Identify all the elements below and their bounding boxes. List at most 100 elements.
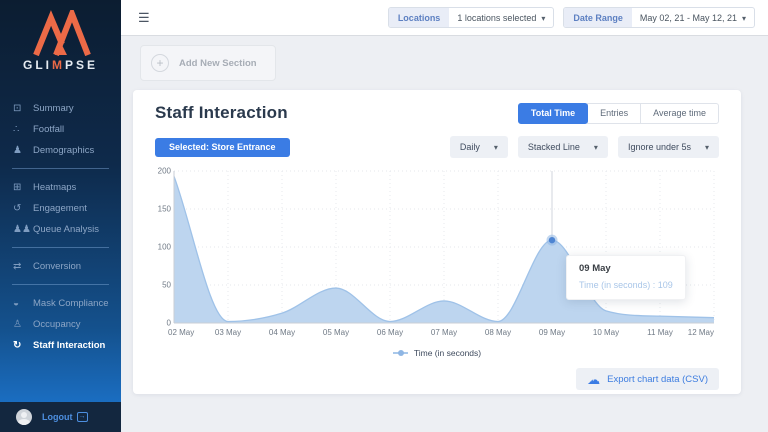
export-csv-button[interactable]: Export chart data (CSV) [576,368,719,390]
sidebar-item-staff-interaction[interactable]: ↻Staff Interaction [0,335,121,356]
brand-wordmark: GLIMPSE [0,58,121,72]
chevron-down-icon [742,13,746,23]
brand-mid: M [52,58,65,72]
date-range-select[interactable]: May 02, 21 - May 12, 21 [632,8,754,27]
svg-text:02 May: 02 May [168,328,194,337]
card-toolbar: Selected: Store Entrance Daily Stacked L… [155,136,719,158]
interval-value: Daily [460,142,480,152]
svg-text:09 May: 09 May [539,328,565,337]
logout-arrow-icon [77,412,88,422]
legend-marker-icon [393,352,408,354]
locations-value: 1 locations selected [457,13,536,23]
add-new-section-button[interactable]: Add New Section [140,45,276,81]
date-range-control: Date Range May 02, 21 - May 12, 21 [563,7,755,28]
tab-entries[interactable]: Entries [587,103,641,124]
svg-text:50: 50 [162,281,171,290]
sidebar-item-mask-compliance[interactable]: ◒Mask Compliance [0,293,121,314]
threshold-select[interactable]: Ignore under 5s [618,136,719,158]
topbar: ☰ Locations 1 locations selected Date Ra… [121,0,768,36]
sidebar-divider [12,284,109,285]
add-section-label: Add New Section [179,58,257,69]
svg-text:08 May: 08 May [485,328,511,337]
sidebar-item-label: Conversion [33,261,81,272]
brand-post: PSE [65,58,98,72]
chart-type-select[interactable]: Stacked Line [518,136,608,158]
sidebar-item-heatmaps[interactable]: ⊞Heatmaps [0,177,121,198]
sidebar-nav: ⊡Summary ∴Footfall ♟Demographics ⊞Heatma… [0,98,121,402]
sidebar-item-label: Occupancy [33,319,81,330]
sidebar-item-engagement[interactable]: ↺Engagement [0,198,121,219]
chevron-down-icon [594,142,598,152]
locations-label: Locations [389,8,450,27]
svg-text:11 May: 11 May [647,328,673,337]
chart-filters: Daily Stacked Line Ignore under 5s [450,136,719,158]
chevron-down-icon [705,142,709,152]
sidebar-item-label: Queue Analysis [33,224,99,235]
sidebar: GLIMPSE ⊡Summary ∴Footfall ♟Demographics… [0,0,121,432]
sidebar-divider [12,168,109,169]
queue-analysis-icon: ♟♟ [13,224,33,235]
chart-legend: Time (in seconds) [155,347,719,359]
conversion-icon: ⇄ [13,261,33,272]
sidebar-item-label: Engagement [33,203,87,214]
svg-text:03 May: 03 May [215,328,241,337]
logout-bar: Logout [0,402,121,432]
topbar-controls: Locations 1 locations selected Date Rang… [388,7,755,28]
engagement-icon: ↺ [13,203,33,214]
hamburger-menu-icon[interactable]: ☰ [138,11,150,24]
svg-text:0: 0 [167,319,172,328]
sidebar-item-footfall[interactable]: ∴Footfall [0,119,121,140]
plus-icon [151,54,169,72]
brand-pre: GLI [23,58,52,72]
glimpse-logo-icon [28,10,94,56]
svg-text:12 May: 12 May [688,328,714,337]
sidebar-item-conversion[interactable]: ⇄Conversion [0,256,121,277]
svg-text:100: 100 [158,243,172,252]
sidebar-item-demographics[interactable]: ♟Demographics [0,140,121,161]
mask-compliance-icon: ◒ [13,298,33,309]
tab-average-time[interactable]: Average time [640,103,719,124]
sidebar-item-occupancy[interactable]: ♙Occupancy [0,314,121,335]
cloud-download-icon [587,373,600,386]
summary-icon: ⊡ [13,103,33,114]
sidebar-item-summary[interactable]: ⊡Summary [0,98,121,119]
chevron-down-icon [541,13,545,23]
metric-tabs: Total Time Entries Average time [518,103,719,124]
svg-text:200: 200 [158,167,172,176]
svg-text:07 May: 07 May [431,328,457,337]
svg-text:10 May: 10 May [593,328,619,337]
export-row: Export chart data (CSV) [155,368,719,390]
main-content: Add New Section Staff Interaction Total … [121,37,768,432]
staff-interaction-icon: ↻ [13,340,33,351]
sidebar-item-label: Mask Compliance [33,298,109,309]
svg-text:150: 150 [158,205,172,214]
svg-text:04 May: 04 May [269,328,295,337]
locations-control: Locations 1 locations selected [388,7,555,28]
avatar[interactable] [16,409,32,425]
date-range-label: Date Range [564,8,632,27]
svg-text:06 May: 06 May [377,328,403,337]
interval-select[interactable]: Daily [450,136,508,158]
sidebar-item-label: Staff Interaction [33,340,105,351]
staff-interaction-card: Staff Interaction Total Time Entries Ave… [133,90,741,394]
tab-total-time[interactable]: Total Time [518,103,588,124]
locations-select[interactable]: 1 locations selected [449,8,553,27]
card-header: Staff Interaction Total Time Entries Ave… [155,100,719,126]
threshold-value: Ignore under 5s [628,142,691,152]
sidebar-item-label: Heatmaps [33,182,76,193]
demographics-icon: ♟ [13,145,33,156]
chart-area[interactable]: 0 50 100 150 200 02 May 03 May 04 May 05 May 06 M… [155,164,719,345]
chevron-down-icon [494,142,498,152]
legend-label: Time (in seconds) [414,348,481,358]
export-label: Export chart data (CSV) [607,374,708,385]
sidebar-item-queue-analysis[interactable]: ♟♟Queue Analysis [0,219,121,240]
chart-type-value: Stacked Line [528,142,580,152]
logout-button[interactable]: Logout [42,412,88,422]
selected-location-badge[interactable]: Selected: Store Entrance [155,138,290,157]
occupancy-icon: ♙ [13,319,33,330]
area-chart[interactable]: 0 50 100 150 200 02 May 03 May 04 May 05 May 06 M… [155,164,719,340]
page-title: Staff Interaction [155,103,288,123]
logout-label: Logout [42,412,73,422]
svg-text:05 May: 05 May [323,328,349,337]
sidebar-item-label: Footfall [33,124,64,135]
